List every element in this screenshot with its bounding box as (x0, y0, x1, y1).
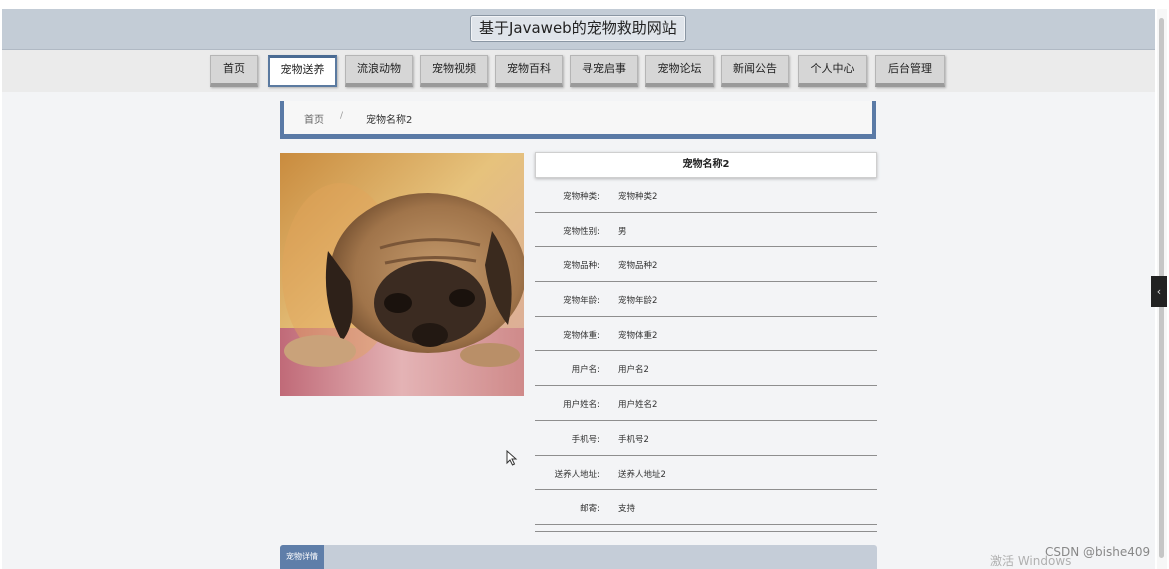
nav-stray-animals[interactable]: 流浪动物 (345, 55, 413, 87)
side-panel-toggle[interactable]: ‹ (1151, 276, 1167, 307)
field-label: 用户姓名: (563, 400, 600, 411)
nav-pet-adoption[interactable]: 宠物送养 (268, 55, 337, 87)
detail-row-owner-address: 送养人地址: 送养人地址2 (535, 456, 877, 491)
main-nav: 首页 宠物送养 流浪动物 宠物视频 宠物百科 寻宠启事 宠物论坛 新闻公告 个人… (2, 50, 1155, 92)
field-value: 宠物种类2 (618, 192, 658, 202)
page: 基于Javaweb的宠物救助网站 首页 宠物送养 流浪动物 宠物视频 宠物百科 … (2, 9, 1155, 569)
field-label: 手机号: (571, 434, 600, 445)
mouse-cursor-icon (506, 450, 518, 466)
nav-pet-videos[interactable]: 宠物视频 (420, 55, 488, 87)
nav-pet-encyclopedia[interactable]: 宠物百科 (495, 55, 563, 87)
detail-row-user-fullname: 用户姓名: 用户姓名2 (535, 386, 877, 421)
field-label: 宠物体重: (563, 330, 600, 341)
nav-news[interactable]: 新闻公告 (721, 55, 789, 87)
field-label: 宠物性别: (563, 226, 600, 237)
field-label: 用户名: (571, 365, 600, 376)
field-label: 宠物种类: (563, 192, 600, 202)
chevron-left-icon: ‹ (1156, 285, 1162, 298)
field-value: 宠物品种2 (618, 261, 658, 272)
detail-row-gender: 宠物性别: 男 (535, 213, 877, 248)
breadcrumb-home-link[interactable]: 首页 (304, 111, 324, 126)
detail-row-weight: 宠物体重: 宠物体重2 (535, 317, 877, 352)
detail-row-species: 宠物种类: 宠物种类2 (535, 178, 877, 213)
nav-user-center[interactable]: 个人中心 (798, 55, 867, 87)
field-value: 用户姓名2 (618, 400, 658, 411)
detail-row-age: 宠物年龄: 宠物年龄2 (535, 282, 877, 317)
field-label: 宠物品种: (563, 261, 600, 272)
watermark: CSDN @bishe409 (1045, 545, 1151, 559)
field-value: 手机号2 (618, 434, 649, 445)
detail-row-shipping: 邮寄: 支持 (535, 490, 877, 525)
field-value: 宠物体重2 (618, 330, 658, 341)
breadcrumb-separator: / (340, 111, 344, 121)
details-section-bar: 宠物详情 (280, 545, 877, 569)
nav-admin[interactable]: 后台管理 (875, 55, 945, 87)
breadcrumb-current: 宠物名称2 (366, 115, 413, 126)
pet-photo (280, 153, 524, 396)
field-value: 用户名2 (618, 365, 649, 376)
pet-name-title: 宠物名称2 (535, 152, 877, 178)
site-header: 基于Javaweb的宠物救助网站 (2, 9, 1155, 50)
tab-pet-details[interactable]: 宠物详情 (280, 545, 324, 569)
field-label: 宠物年龄: (563, 296, 600, 307)
site-title: 基于Javaweb的宠物救助网站 (470, 15, 686, 42)
detail-row-username: 用户名: 用户名2 (535, 351, 877, 387)
field-label: 送养人地址: (554, 469, 600, 480)
nav-home[interactable]: 首页 (210, 55, 258, 87)
pet-detail-list: 宠物种类: 宠物种类2 宠物性别: 男 宠物品种: 宠物品种2 宠物年龄: 宠物… (535, 178, 877, 525)
nav-lost-pet-notices[interactable]: 寻宠启事 (570, 55, 638, 87)
field-value: 男 (618, 226, 627, 237)
field-value: 宠物年龄2 (618, 296, 658, 307)
detail-row-breed: 宠物品种: 宠物品种2 (535, 247, 877, 283)
nav-pet-forum[interactable]: 宠物论坛 (645, 55, 714, 87)
field-value: 送养人地址2 (618, 469, 666, 480)
field-value: 支持 (618, 504, 636, 515)
field-label: 邮寄: (580, 504, 600, 515)
divider (535, 531, 877, 532)
detail-row-phone: 手机号: 手机号2 (535, 421, 877, 456)
breadcrumb: 首页 / 宠物名称2 (280, 101, 876, 139)
